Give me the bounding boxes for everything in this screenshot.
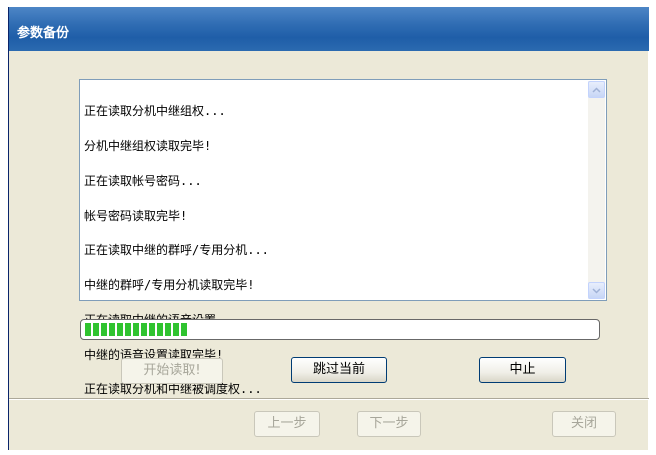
chevron-down-icon [592,288,601,294]
skip-current-button[interactable]: 跳过当前 [291,357,387,383]
window-title: 参数备份 [17,26,70,41]
scroll-down-button[interactable] [588,282,605,299]
log-line: 正在读取分机中继组权... [84,104,226,119]
previous-step-button[interactable]: 上一步 [254,411,320,437]
footer-separator [9,398,649,400]
progress-bar [80,319,600,340]
log-line: 分机中继组权读取完毕! [84,138,212,153]
chevron-up-icon [592,87,601,93]
progress-fill [85,323,187,336]
log-line: 中继的群呼/专用分机读取完毕! [84,278,255,293]
title-bar[interactable]: 参数备份 [9,7,649,51]
scroll-up-button[interactable] [588,81,605,98]
start-read-button[interactable]: 开始读取! [121,358,223,384]
log-line: 帐号密码读取完毕! [84,208,188,223]
backup-dialog: 参数备份 正在读取分机中继组权... 分机中继组权读取完毕! 正在读取帐号密码.… [8,7,649,450]
log-line: 正在读取帐号密码... [84,173,202,188]
vertical-scrollbar[interactable] [588,81,605,299]
log-line: 正在读取中继的群呼/专用分机... [84,243,269,258]
abort-button[interactable]: 中止 [479,357,566,383]
next-step-button[interactable]: 下一步 [357,411,421,437]
log-line: 正在读取分机和中继被调度权... [84,382,262,397]
log-textbox[interactable]: 正在读取分机中继组权... 分机中继组权读取完毕! 正在读取帐号密码... 帐号… [79,79,607,395]
close-button[interactable]: 关闭 [552,411,616,437]
